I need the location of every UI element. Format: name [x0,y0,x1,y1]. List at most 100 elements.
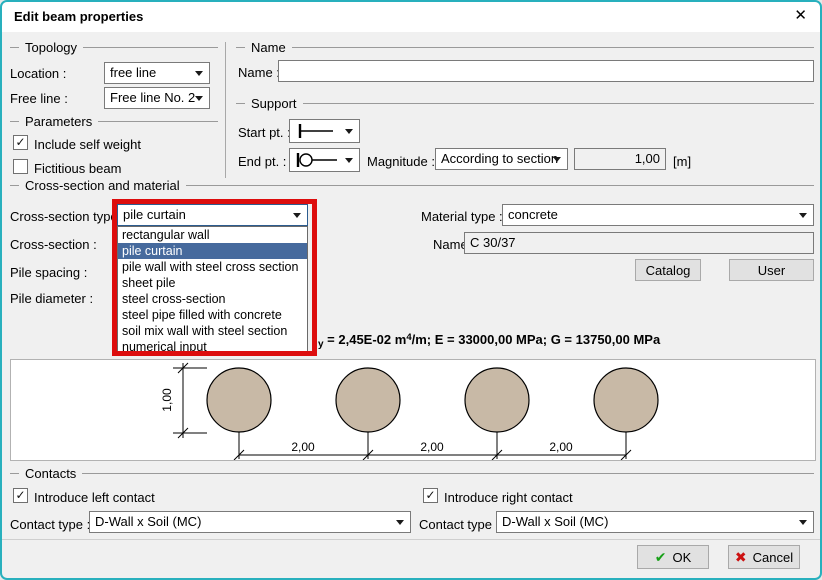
start-support-select[interactable] [289,119,360,143]
pile-section-drawing: 1,00 2,00 2,00 2,00 [11,360,815,460]
diameter-dimension-label: 1,00 [160,388,174,412]
cross-section-group-label: Cross-section and material [19,178,186,193]
section-stiffness-text: y = 2,45E-02 m4/m; E = 33000,00 MPa; G =… [318,332,660,347]
right-contact-type-select[interactable]: D-Wall x Soil (MC) [496,511,814,533]
topology-group-header: Topology [10,40,218,54]
pile-diameter-label: Pile diameter : [10,291,93,306]
dropdown-option[interactable]: pile wall with steel cross section [118,259,307,275]
start-pt-label: Start pt. : [238,125,291,140]
group-line [83,47,218,48]
chevron-down-icon [396,520,404,525]
column-divider [225,42,226,178]
chevron-down-icon [553,157,561,162]
left-contact-type-label: Contact type : [10,517,90,532]
ok-button[interactable]: ✔ OK [637,545,709,569]
free-line-select[interactable]: Free line No. 2 [104,87,210,109]
dropdown-option[interactable]: numerical input [118,339,307,355]
chevron-down-icon [195,71,203,76]
ok-check-icon: ✔ [655,549,667,566]
cross-section-type-label: Cross-section type : [10,209,125,224]
catalog-button[interactable]: Catalog [635,259,701,281]
topology-group-label: Topology [19,40,83,55]
chevron-down-icon [195,96,203,101]
group-line [10,121,19,122]
dropdown-option[interactable]: soil mix wall with steel section [118,323,307,339]
pile-circle [336,368,400,432]
group-line [10,473,19,474]
name-input[interactable] [278,60,814,82]
introduce-right-contact-label: Introduce right contact [444,490,573,505]
group-line [236,47,245,48]
chevron-down-icon [345,158,353,163]
fixed-support-icon [295,122,335,140]
end-pt-label: End pt. : [238,154,286,169]
dropdown-option-selected[interactable]: pile curtain [118,243,307,259]
left-contact-type-value: D-Wall x Soil (MC) [95,514,201,529]
check-icon: ✓ [15,135,25,149]
introduce-right-contact-checkbox[interactable]: ✓ [423,488,438,503]
spacing-dimension-label: 2,00 [420,440,444,454]
end-support-select[interactable] [289,148,360,172]
group-line [82,473,814,474]
edit-beam-properties-dialog: Edit beam properties ✕ Topology Location… [0,0,822,580]
dropdown-option[interactable]: sheet pile [118,275,307,291]
material-type-value: concrete [508,207,558,222]
cancel-x-icon: ✖ [735,549,747,566]
magnitude-label: Magnitude : [367,154,435,169]
chevron-down-icon [799,520,807,525]
stiffness-subscript: y [318,339,324,350]
location-value: free line [110,65,156,80]
location-label: Location : [10,66,66,81]
user-button[interactable]: User [729,259,814,281]
cancel-button[interactable]: ✖ Cancel [728,545,800,569]
dialog-title: Edit beam properties [14,9,143,24]
chevron-down-icon [293,213,301,218]
fictitious-beam-label: Fictitious beam [34,161,121,176]
cross-section-group-header: Cross-section and material [10,178,814,192]
group-line [292,47,814,48]
introduce-left-contact-label: Introduce left contact [34,490,155,505]
dropdown-option[interactable]: steel pipe filled with concrete [118,307,307,323]
catalog-button-label: Catalog [646,263,691,278]
close-icon[interactable]: ✕ [794,7,807,25]
cancel-button-label: Cancel [753,550,793,565]
group-line [186,185,814,186]
cross-section-type-select[interactable]: pile curtain [117,204,308,226]
check-icon: ✓ [15,488,25,502]
pile-circle [465,368,529,432]
material-name-field: C 30/37 [464,232,814,254]
cross-section-type-dropdown-list: rectangular wall pile curtain pile wall … [117,226,308,356]
pile-section-diagram: 1,00 2,00 2,00 2,00 [10,359,816,461]
parameters-group-header: Parameters [10,114,218,128]
magnitude-number-field: 1,00 [574,148,666,170]
location-select[interactable]: free line [104,62,210,84]
name-group-label: Name [245,40,292,55]
support-group-header: Support [236,96,814,110]
spacing-dimension-label: 2,00 [549,440,573,454]
dropdown-option[interactable]: rectangular wall [118,227,307,243]
group-line [236,103,245,104]
material-type-select[interactable]: concrete [502,204,814,226]
stiffness-superscript: 4 [406,332,411,343]
left-contact-type-select[interactable]: D-Wall x Soil (MC) [89,511,411,533]
include-self-weight-checkbox[interactable]: ✓ [13,135,28,150]
name-group-header: Name [236,40,814,54]
material-type-label: Material type : [421,209,503,224]
dropdown-option[interactable]: steel cross-section [118,291,307,307]
pile-circle [207,368,271,432]
ok-button-label: OK [672,550,691,565]
group-line [98,121,218,122]
fictitious-beam-checkbox[interactable] [13,159,28,174]
magnitude-unit-label: [m] [673,154,691,169]
introduce-left-contact-checkbox[interactable]: ✓ [13,488,28,503]
pile-spacing-label: Pile spacing : [10,265,87,280]
include-self-weight-label: Include self weight [34,137,141,152]
spacing-dimension-label: 2,00 [291,440,315,454]
group-line [10,185,19,186]
right-contact-type-value: D-Wall x Soil (MC) [502,514,608,529]
magnitude-select[interactable]: According to section [435,148,568,170]
right-contact-type-label: Contact type : [419,517,499,532]
stiffness-text-2: /m; E = 33000,00 MPa; G = 13750,00 MPa [412,332,661,347]
group-line [10,47,19,48]
free-line-label: Free line : [10,91,68,106]
